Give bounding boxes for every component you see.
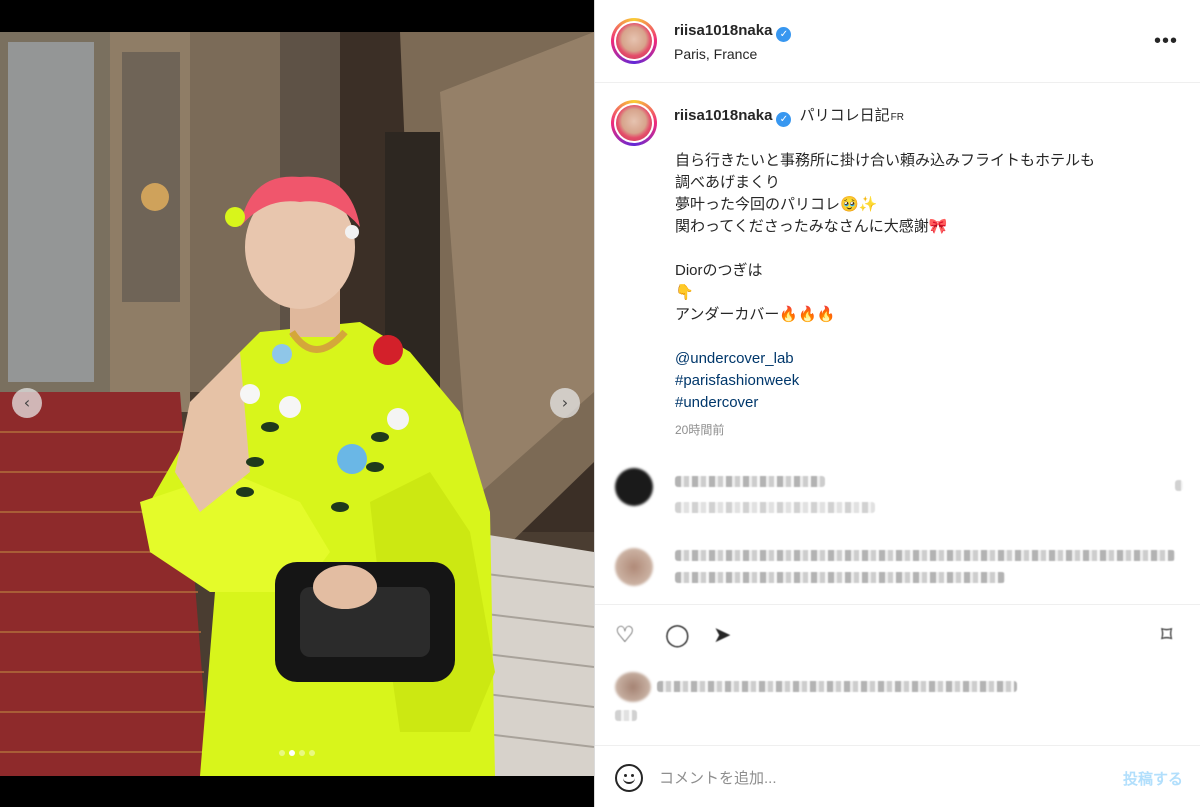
comment-avatar[interactable]	[615, 548, 653, 586]
caption-line: 自ら行きたいと事務所に掛け合い頼み込みフライトもホテルも	[675, 152, 1096, 169]
post-timestamp[interactable]: 20時間前	[675, 421, 724, 438]
likes-redacted-text	[657, 681, 1017, 692]
username-text[interactable]: riisa1018naka	[674, 22, 772, 39]
heart-icon[interactable]: ♡	[615, 623, 635, 648]
post-photo[interactable]: ‹ ›	[0, 32, 594, 776]
comment-item	[595, 540, 1200, 600]
carousel-prev-button[interactable]: ‹	[12, 388, 42, 418]
verified-badge-icon: ✓	[776, 112, 792, 127]
hashtag-link[interactable]: #parisfashionweek	[675, 370, 1095, 392]
carousel-next-button[interactable]: ›	[550, 388, 580, 418]
post-header: riisa1018naka ✓ Paris, France •••	[595, 0, 1200, 83]
likes-redacted-meta	[615, 710, 637, 721]
carousel-dot	[299, 750, 305, 756]
post-media: ‹ ›	[0, 0, 594, 807]
comment-redacted-text	[675, 550, 1175, 561]
hashtag-link[interactable]: #undercover	[675, 392, 1095, 414]
caption-line: 夢叶った今回のパリコレ🥹✨	[675, 196, 878, 213]
photo-illustration	[0, 32, 594, 776]
caption-line: アンダーカバー🔥🔥🔥	[675, 306, 836, 323]
post-location[interactable]: Paris, France	[674, 46, 757, 62]
comment-icon[interactable]: ◯	[665, 623, 690, 648]
likes-summary	[595, 670, 1200, 721]
caption-title: パリコレ日記	[799, 107, 890, 124]
chevron-right-icon: ›	[561, 393, 569, 412]
bookmark-icon[interactable]: ⌑	[1161, 623, 1172, 648]
comment-avatar[interactable]	[615, 468, 653, 506]
comment-redacted-text	[675, 476, 825, 487]
carousel-indicator	[0, 750, 594, 756]
comment-input[interactable]	[659, 764, 1079, 792]
post-sidebar: riisa1018naka ✓ Paris, France ••• riisa10…	[594, 0, 1200, 807]
more-options-icon[interactable]: •••	[1154, 30, 1178, 53]
share-icon[interactable]: ➤	[713, 623, 731, 648]
caption-line: Diorのつぎは	[675, 262, 763, 279]
comment-like-icon[interactable]	[1175, 480, 1183, 491]
carousel-dot	[279, 750, 285, 756]
post-comment-button[interactable]: 投稿する	[1123, 768, 1183, 789]
caption: riisa1018naka ✓ パリコレ日記FR 自ら行きたいと事務所に掛け合い頼…	[595, 84, 1200, 456]
comment-composer: 投稿する	[595, 745, 1200, 807]
caption-avatar[interactable]	[611, 100, 657, 146]
caption-line: 👇	[675, 284, 694, 301]
verified-badge-icon: ✓	[776, 27, 792, 42]
caption-username[interactable]: riisa1018naka	[674, 107, 772, 124]
post-username[interactable]: riisa1018naka ✓	[674, 22, 792, 42]
caption-line: 調べあげまくり	[675, 174, 781, 191]
post-actions: ♡ ◯ ➤ ⌑	[595, 604, 1200, 670]
caption-header: riisa1018naka ✓ パリコレ日記FR	[674, 104, 904, 127]
chevron-left-icon: ‹	[23, 393, 31, 412]
caption-line: 関わってくださったみなさんに大感謝🎀	[675, 218, 948, 235]
comment-redacted-meta	[675, 502, 875, 513]
mention-link[interactable]: @undercover_lab	[675, 348, 1095, 370]
avatar[interactable]	[611, 18, 657, 64]
carousel-dot	[289, 750, 295, 756]
caption-text: 自ら行きたいと事務所に掛け合い頼み込みフライトもホテルも 調べあげまくり 夢叶っ…	[675, 150, 1095, 414]
comment-redacted-text	[675, 572, 1005, 583]
carousel-dot	[309, 750, 315, 756]
caption-title-suffix: FR	[890, 112, 904, 123]
emoji-icon[interactable]	[615, 764, 643, 792]
liker-avatar[interactable]	[615, 672, 651, 702]
comment-item	[595, 462, 1200, 522]
